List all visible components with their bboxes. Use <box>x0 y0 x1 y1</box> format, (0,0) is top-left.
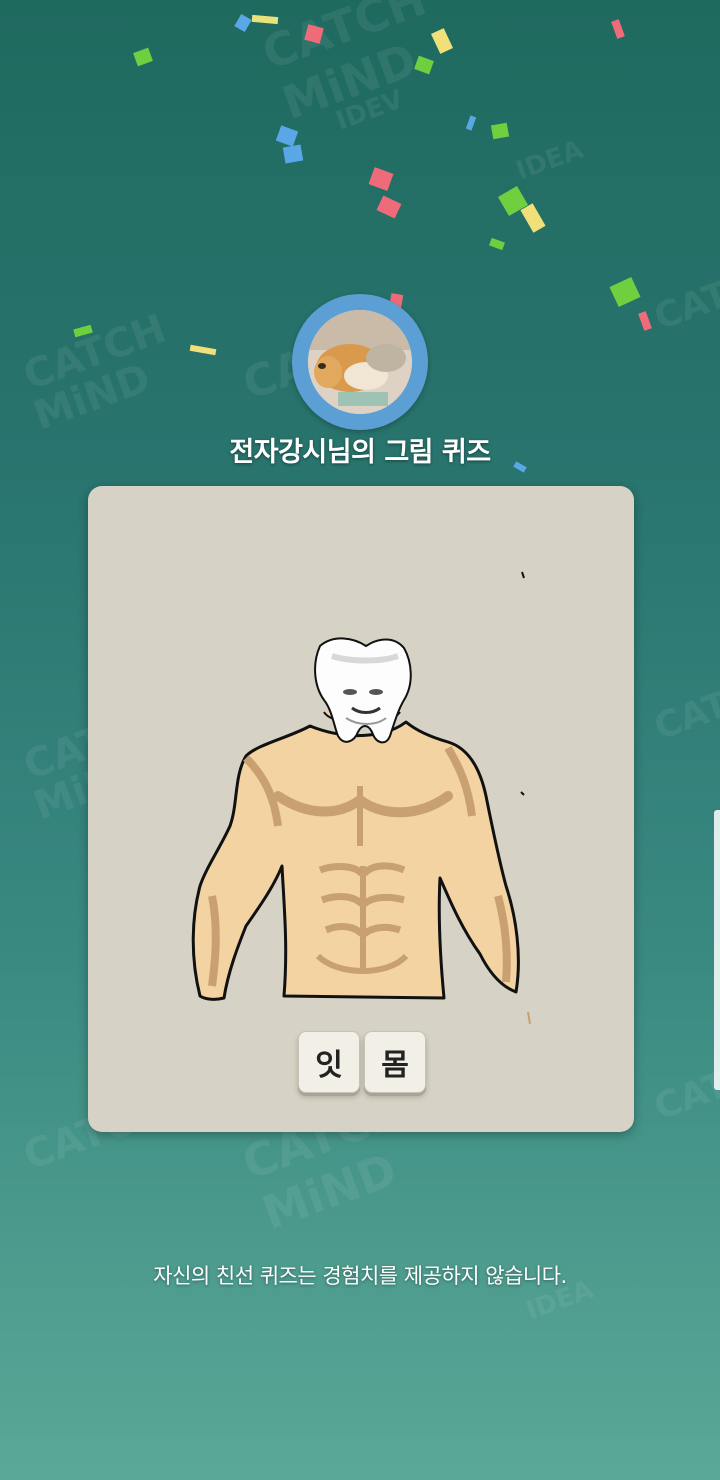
player-avatar[interactable] <box>292 294 428 430</box>
quiz-title: 전자강시님의 그림 퀴즈 <box>229 437 491 468</box>
answer-tiles: 잇 몸 <box>298 1031 426 1093</box>
svg-text:CATCH: CATCH <box>649 665 720 749</box>
drawing-canvas: 잇 몸 <box>88 486 634 1132</box>
shiba-dog-photo-icon <box>308 310 412 414</box>
svg-text:CATCH: CATCH <box>649 255 720 339</box>
svg-text:IDEA: IDEA <box>512 135 587 187</box>
scroll-indicator[interactable] <box>714 810 720 1090</box>
svg-text:CATCH: CATCH <box>649 1045 720 1129</box>
answer-tile[interactable]: 잇 <box>298 1031 360 1093</box>
answer-tile[interactable]: 몸 <box>364 1031 426 1093</box>
game-screen: CATCH MiND CATCH MiND CATCH CATCH CATCH … <box>0 0 720 1480</box>
exp-notice: 자신의 친선 퀴즈는 경험치를 제공하지 않습니다. <box>153 1264 567 1288</box>
torso-drawing <box>191 711 520 1001</box>
